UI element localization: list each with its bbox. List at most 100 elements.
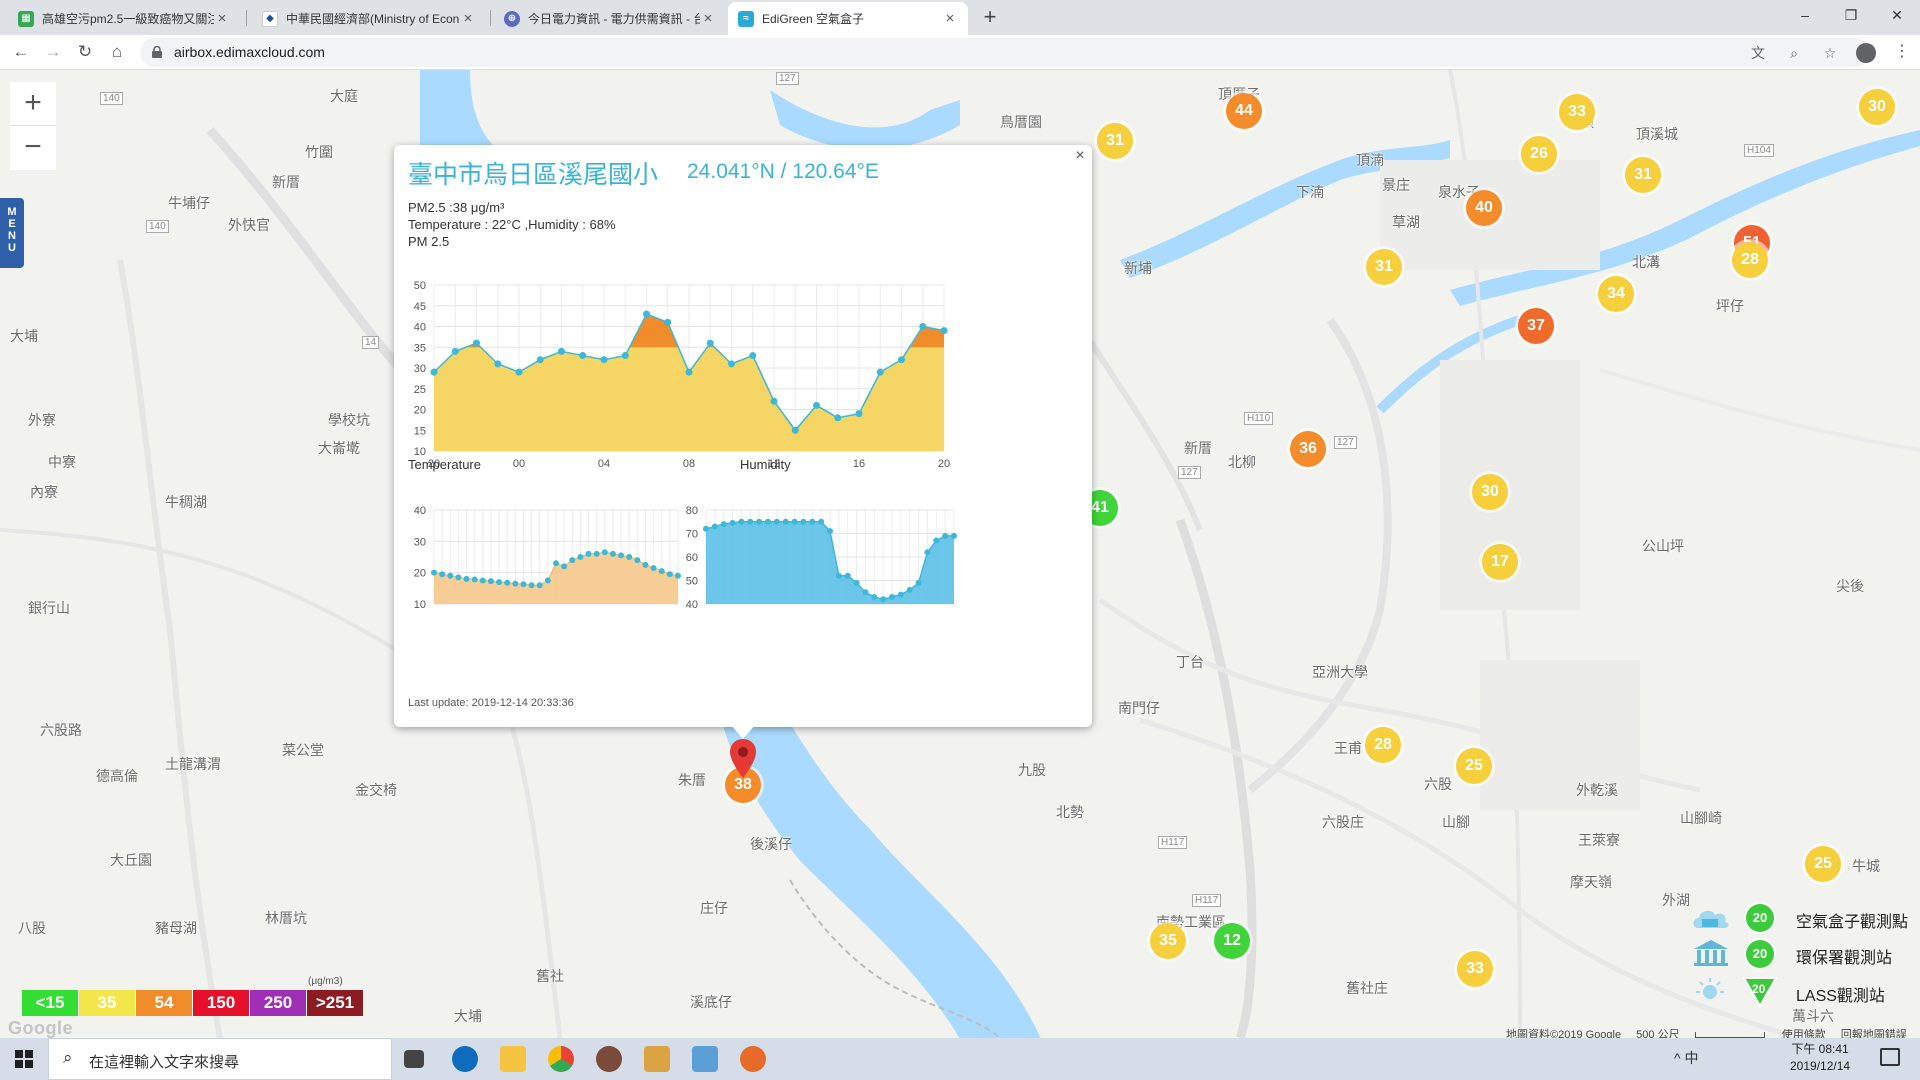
report-error-link[interactable]: 回報地圖錯誤 (1841, 1029, 1907, 1038)
tab-close-icon[interactable]: × (700, 10, 716, 27)
place-label: 金交椅 (355, 782, 397, 798)
forward-icon[interactable]: → (40, 39, 66, 65)
side-menu-button[interactable]: MENU (0, 198, 24, 268)
place-label: 南門仔 (1118, 700, 1160, 716)
system-tray[interactable]: ^ 中 (1674, 1048, 1698, 1068)
pm25-reading: PM2.5 :38 μg/m³ (408, 200, 505, 215)
file-explorer-icon[interactable] (500, 1046, 526, 1072)
minimize-button[interactable]: – (1782, 0, 1828, 30)
aqi-legend-cell: 35 (79, 990, 136, 1016)
data-point (711, 523, 718, 530)
tab-ministry-economic[interactable]: ◆ 中華民國經濟部(Ministry of Economic × (252, 2, 486, 35)
y-tick-label: 20 (414, 405, 426, 417)
data-point (791, 518, 798, 525)
app-icon[interactable] (596, 1046, 622, 1072)
home-icon[interactable]: ⌂ (104, 39, 130, 65)
data-point (853, 579, 860, 586)
legend-dot: 20 (1746, 904, 1774, 932)
airbox-marker[interactable]: 35 (1150, 923, 1186, 959)
y-tick-label: 30 (414, 363, 426, 375)
place-label: 頂湳 (1356, 152, 1384, 168)
address-bar[interactable]: airbox.edimaxcloud.com 文 ⌕ ☆ (140, 38, 1870, 67)
airbox-marker[interactable]: 40 (1466, 190, 1502, 226)
edge-browser-icon[interactable] (452, 1046, 478, 1072)
tab-power-info[interactable]: ⊕ 今日電力資訊 - 電力供需資訊 - 台灣 × (494, 2, 726, 35)
place-label: 大丘園 (110, 852, 152, 868)
airbox-marker[interactable]: 17 (1482, 544, 1518, 580)
taskbar-search-box[interactable]: ⌕ 在這裡輸入文字來搜尋 (48, 1038, 392, 1080)
task-view-icon[interactable] (404, 1050, 424, 1068)
tab-close-icon[interactable]: × (214, 10, 230, 27)
airbox-marker[interactable]: 25 (1456, 748, 1492, 784)
clock[interactable]: 下午 08:41 2019/12/14 (1790, 1041, 1850, 1075)
place-label: 牛埔仔 (168, 195, 210, 211)
airbox-marker[interactable]: 30 (1472, 474, 1508, 510)
zoom-out-button[interactable]: − (10, 126, 56, 170)
tab-edigreen-airbox[interactable]: ≈ EdiGreen 空氣盒子 × (728, 2, 968, 35)
selected-station-pin-icon[interactable] (728, 738, 758, 780)
maximize-button[interactable]: ❐ (1828, 0, 1874, 30)
data-point (675, 572, 681, 579)
airbox-marker[interactable]: 31 (1097, 123, 1133, 159)
app-icon[interactable] (740, 1046, 766, 1072)
y-tick-label: 40 (414, 322, 426, 334)
airbox-marker[interactable]: 28 (1365, 727, 1401, 763)
airbox-marker[interactable]: 31 (1625, 157, 1661, 193)
windows-taskbar: ⌕ 在這裡輸入文字來搜尋 ^ 中 下午 08:41 2019/12/14 (0, 1038, 1920, 1080)
airbox-marker[interactable]: 33 (1457, 951, 1493, 987)
map-footer: 地圖資料©2019 Google 500 公尺 使用條款 回報地圖錯誤 (1506, 1026, 1919, 1038)
data-point (504, 579, 511, 586)
data-point (703, 525, 709, 532)
y-tick-label: 60 (686, 552, 698, 564)
place-label: 銀行山 (28, 600, 70, 616)
windows-start-icon[interactable] (0, 1038, 48, 1080)
bookmark-star-icon[interactable]: ☆ (1820, 43, 1840, 63)
translate-icon[interactable]: 文 (1748, 43, 1768, 63)
data-point (813, 401, 820, 409)
airbox-marker[interactable]: 12 (1214, 923, 1250, 959)
back-icon[interactable]: ← (8, 39, 34, 65)
power-site-icon: ⊕ (504, 10, 520, 27)
app-icon[interactable] (644, 1046, 670, 1072)
close-window-button[interactable]: ✕ (1874, 0, 1920, 30)
data-point (463, 575, 470, 582)
airbox-marker[interactable]: 34 (1598, 276, 1634, 312)
y-tick-label: 20 (414, 568, 426, 580)
notification-icon[interactable] (1880, 1048, 1900, 1066)
data-point (593, 550, 600, 557)
legend-lass-station[interactable]: LASS觀測站 20 (1690, 974, 1915, 1008)
chrome-icon[interactable] (548, 1046, 574, 1072)
aqi-legend-cell: 54 (136, 990, 193, 1016)
airbox-marker[interactable]: 28 (1732, 242, 1768, 278)
airbox-marker[interactable]: 33 (1559, 94, 1595, 130)
airbox-marker[interactable]: 37 (1518, 308, 1554, 344)
zoom-icon[interactable]: ⌕ (1784, 43, 1804, 63)
data-point (818, 518, 825, 525)
airbox-marker[interactable]: 31 (1366, 249, 1402, 285)
data-point (664, 318, 672, 326)
legend-airbox-station[interactable]: 20 空氣盒子觀測點 (1690, 900, 1915, 934)
airbox-marker[interactable]: 36 (1290, 431, 1326, 467)
data-point (634, 557, 641, 564)
airbox-marker[interactable]: 30 (1859, 89, 1895, 125)
map-canvas[interactable]: 大庭 竹圍 新厝 牛埔仔 外快官 大埔 學校坑 大崙墘 外寮 中寮 內寮 牛稠湖 銀行山 六股路 菜公堂 土龍… (0, 70, 1920, 1038)
search-icon: ⌕ (63, 1048, 73, 1067)
data-point (487, 578, 494, 585)
reload-icon[interactable]: ↻ (72, 39, 98, 65)
menu-kebab-icon[interactable]: ⋮ (1894, 41, 1910, 61)
tab-close-icon[interactable]: × (942, 10, 958, 27)
airbox-marker[interactable]: 25 (1805, 846, 1841, 882)
airbox-marker[interactable]: 44 (1226, 93, 1262, 129)
airbox-marker[interactable]: 26 (1521, 136, 1557, 172)
zoom-in-button[interactable]: + (10, 82, 56, 126)
popup-close-button[interactable]: × (1072, 147, 1088, 165)
tab-air-pollution-news[interactable]: ▦ 高雄空污pm2.5一級致癌物又關注 × (8, 2, 240, 35)
profile-icon[interactable] (1856, 43, 1876, 63)
data-point (834, 414, 842, 422)
last-update-text: Last update: 2019-12-14 20:33:36 (408, 697, 574, 709)
terms-link[interactable]: 使用條款 (1782, 1029, 1826, 1038)
app-icon[interactable] (692, 1046, 718, 1072)
new-tab-button[interactable]: + (976, 3, 1004, 31)
tab-close-icon[interactable]: × (460, 10, 476, 27)
legend-epa-station[interactable]: 20 環保署觀測站 (1690, 936, 1915, 970)
